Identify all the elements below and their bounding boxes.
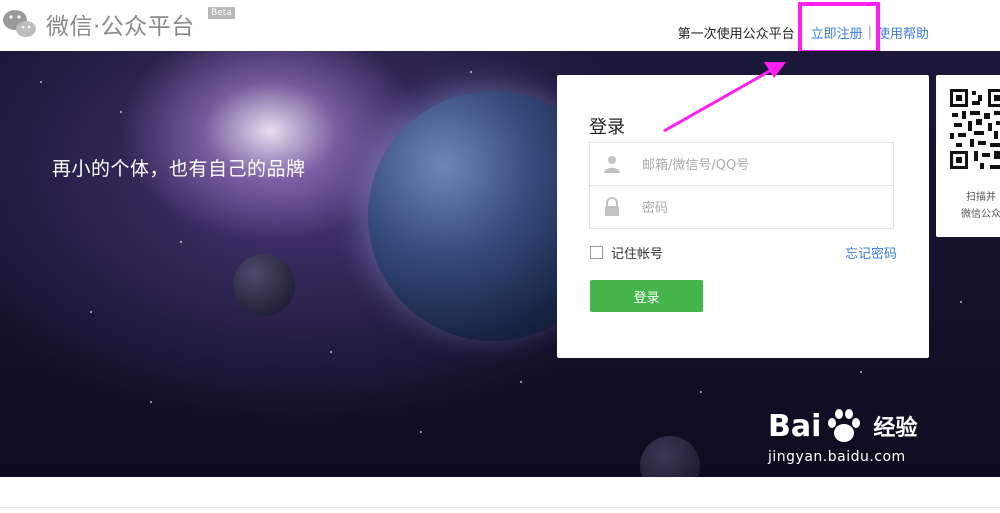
login-title: 登录 xyxy=(589,117,625,138)
remember-checkbox[interactable] xyxy=(590,246,603,259)
register-highlight-box xyxy=(798,2,880,54)
qr-code-icon xyxy=(950,89,1000,169)
account-field[interactable] xyxy=(589,142,894,187)
remember-account[interactable]: 记住帐号 xyxy=(590,243,663,262)
lock-icon xyxy=(605,197,619,216)
qr-caption: 扫描并 微信公众 xyxy=(936,189,1000,223)
small-planet-image xyxy=(233,254,295,316)
slogan: 再小的个体，也有自己的品牌 xyxy=(52,158,306,180)
qr-caption-line2: 微信公众 xyxy=(961,209,1000,220)
password-input[interactable] xyxy=(640,186,884,230)
bottom-planet-image xyxy=(640,436,700,477)
login-card: 登录 记住帐号 忘记密码 登录 xyxy=(557,75,929,358)
wechat-logo-icon xyxy=(3,10,36,37)
first-use-text: 第一次使用公众平台 xyxy=(677,27,795,42)
watermark-url: jingyan.baidu.com xyxy=(768,449,906,465)
qr-caption-line1: 扫描并 xyxy=(966,192,996,203)
watermark-brand: Bai xyxy=(768,408,822,444)
baidu-watermark: Bai 经验 jingyan.baidu.com xyxy=(768,405,918,466)
user-icon xyxy=(604,156,620,173)
top-header: 微信·公众平台 Beta 第一次使用公众平台 立即注册 | 使用帮助 xyxy=(0,0,1000,54)
paw-icon xyxy=(828,409,861,442)
password-field[interactable] xyxy=(589,185,894,230)
qr-panel: 扫描并 微信公众 xyxy=(936,75,1000,237)
footer-area xyxy=(0,477,1000,513)
forgot-password-link[interactable]: 忘记密码 xyxy=(845,243,897,262)
footer-divider xyxy=(0,507,1000,508)
logo[interactable]: 微信·公众平台 xyxy=(0,4,195,44)
account-input[interactable] xyxy=(640,143,884,187)
beta-badge: Beta xyxy=(208,7,235,19)
watermark-brand-suffix: 经验 xyxy=(873,416,918,441)
app-name: 微信·公众平台 xyxy=(46,14,195,40)
login-button[interactable]: 登录 xyxy=(590,280,703,312)
help-link[interactable]: 使用帮助 xyxy=(877,23,929,42)
remember-label: 记住帐号 xyxy=(611,247,664,262)
